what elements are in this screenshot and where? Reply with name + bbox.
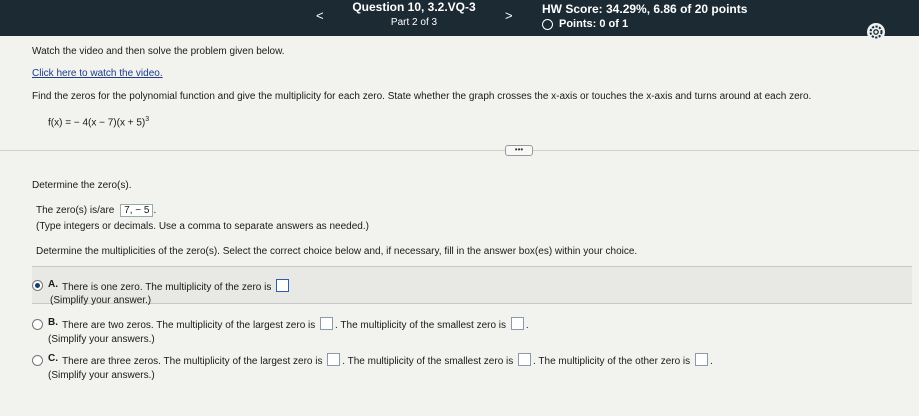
choice-a-text: There is one zero. The multiplicity of t… xyxy=(62,279,291,293)
zeros-period: . xyxy=(153,205,157,216)
choice-c-statement-3: . The multiplicity of the other zero is xyxy=(533,356,691,367)
question-info: Question 10, 3.2.VQ-3 Part 2 of 3 xyxy=(352,0,476,28)
zeros-label: The zero(s) is/are xyxy=(36,205,115,216)
choice-c-text: There are three zeros. The multiplicity … xyxy=(62,353,713,367)
choice-c-period: . xyxy=(709,356,713,367)
choice-a-radio[interactable] xyxy=(32,280,43,291)
choice-c-smallest-answer-box[interactable] xyxy=(518,353,532,366)
instruction-text: Watch the video and then solve the probl… xyxy=(32,46,285,57)
polynomial-formula: f(x) = − 4(x − 7)(x + 5)3 xyxy=(48,116,149,128)
points-label: Points: 0 of 1 xyxy=(559,18,629,30)
previous-question-icon[interactable]: < xyxy=(316,8,324,23)
choice-c-other-answer-box[interactable] xyxy=(694,353,708,366)
points-circle-icon xyxy=(542,18,553,30)
type-hint: (Type integers or decimals. Use a comma … xyxy=(36,221,369,232)
choice-c-statement-1: There are three zeros. The multiplicity … xyxy=(62,356,323,367)
zeros-answer-box[interactable]: 7, − 5 xyxy=(120,204,154,217)
hw-score: HW Score: 34.29%, 6.86 of 20 points xyxy=(542,2,748,16)
choice-b[interactable]: B. There are two zeros. The multiplicity… xyxy=(32,317,912,349)
choice-a-hint: (Simplify your answer.) xyxy=(50,295,152,306)
choice-b-letter: B. xyxy=(48,317,58,328)
question-title: Question 10, 3.2.VQ-3 xyxy=(352,0,476,14)
choice-c-letter: C. xyxy=(48,353,58,364)
choice-a-statement: There is one zero. The multiplicity of t… xyxy=(62,282,272,293)
section-divider xyxy=(0,150,919,151)
determine-zeros-prompt: Determine the zero(s). xyxy=(32,180,132,191)
choice-b-statement-1: There are two zeros. The multiplicity of… xyxy=(62,320,316,331)
choice-b-text: There are two zeros. The multiplicity of… xyxy=(62,317,529,331)
formula-body: f(x) = − 4(x − 7)(x + 5) xyxy=(48,117,146,129)
choice-a-letter: A. xyxy=(48,279,58,290)
choice-c-statement-2: . The multiplicity of the smallest zero … xyxy=(342,356,514,367)
determine-multiplicity-prompt: Determine the multiplicities of the zero… xyxy=(36,246,638,257)
choice-b-radio[interactable] xyxy=(32,319,43,330)
choice-a-answer-box[interactable] xyxy=(276,279,290,292)
choice-b-period: . xyxy=(525,320,529,331)
next-question-icon[interactable]: > xyxy=(505,8,513,23)
choice-b-largest-answer-box[interactable] xyxy=(320,317,334,330)
expand-more-button[interactable]: ••• xyxy=(505,145,533,156)
choice-c[interactable]: C. There are three zeros. The multiplici… xyxy=(32,353,912,385)
choice-c-radio[interactable] xyxy=(32,355,43,366)
question-part: Part 2 of 3 xyxy=(390,17,438,28)
question-header: < Question 10, 3.2.VQ-3 Part 2 of 3 > HW… xyxy=(0,0,919,41)
choice-b-statement-2: . The multiplicity of the smallest zero … xyxy=(335,320,507,331)
choice-a[interactable]: A. There is one zero. The multiplicity o… xyxy=(32,266,912,306)
question-content: Watch the video and then solve the probl… xyxy=(0,36,919,416)
zeros-answer-row: The zero(s) is/are 7, − 5. xyxy=(36,204,156,217)
formula-exponent: 3 xyxy=(145,116,150,123)
video-link[interactable]: Click here to watch the video. xyxy=(32,68,163,79)
points-status: Points: 0 of 1 xyxy=(542,18,628,30)
choice-b-smallest-answer-box[interactable] xyxy=(510,317,524,330)
problem-statement: Find the zeros for the polynomial functi… xyxy=(32,91,812,102)
choice-c-largest-answer-box[interactable] xyxy=(327,353,341,366)
choice-b-hint: (Simplify your answers.) xyxy=(48,334,155,345)
choice-c-hint: (Simplify your answers.) xyxy=(48,370,155,381)
